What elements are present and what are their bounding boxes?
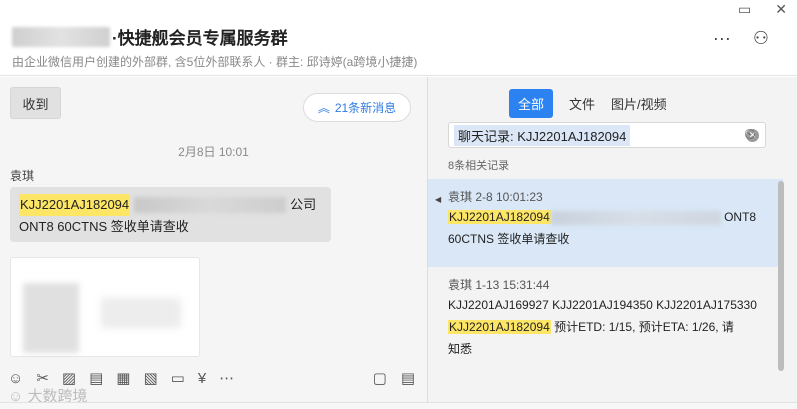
search-tabs: 全部 文件 图片/视频 <box>509 89 667 118</box>
folder-icon[interactable]: ▭ <box>171 371 185 386</box>
emoji-icon[interactable]: ☺ <box>8 371 23 386</box>
company-suffix: 公司 <box>290 197 317 212</box>
window-controls: ▭ ✕ <box>738 2 787 16</box>
money-icon[interactable]: ¥ <box>198 371 206 386</box>
result-text: KJJ2201AJ169927 KJJ2201AJ194350 KJJ2201A… <box>448 298 757 312</box>
tab-all[interactable]: 全部 <box>509 89 554 118</box>
search-pane: 全部 文件 图片/视频 聊天记录: KJJ2201AJ182094 ✕ ⏲ 8条… <box>428 77 797 409</box>
result-text: 60CTNS 签收单请查收 <box>448 232 570 246</box>
notes-icon[interactable]: ▤ <box>401 371 415 386</box>
highlighted-keyword: KJJ2201AJ182094 <box>448 320 551 334</box>
message-timestamp: 2月8日 10:01 <box>178 145 249 159</box>
redacted-group-prefix <box>12 26 110 47</box>
more-options-icon[interactable]: ⋯ <box>219 371 234 386</box>
received-button[interactable]: 收到 <box>10 87 61 119</box>
group-name: ·快捷舰会员专属服务群 <box>112 29 288 48</box>
image-icon[interactable]: ▨ <box>62 371 76 386</box>
more-icon[interactable]: ··· <box>713 28 731 49</box>
header-actions: ··· ⚇ <box>713 28 769 49</box>
result-text: 知悉 <box>448 342 473 356</box>
document-icon[interactable]: ▤ <box>89 371 103 386</box>
redacted-company-name <box>134 197 287 213</box>
result-meta: 袁琪 1-13 15:31:44 <box>448 278 550 292</box>
new-messages-label: 21条新消息 <box>334 101 397 115</box>
search-result[interactable]: 袁琪 2-8 10:01:23 KJJ2201AJ182094 ONT8 60C… <box>428 179 783 267</box>
grid-icon[interactable]: ▦ <box>116 371 130 386</box>
close-icon[interactable]: ✕ <box>775 2 787 16</box>
result-text: ONT8 <box>724 210 757 224</box>
results-count: 8条相关记录 <box>448 160 510 172</box>
result-meta: 袁琪 2-8 10:01:23 <box>448 190 543 204</box>
results-scrollbar[interactable] <box>778 181 784 371</box>
result-text: 预计ETD: 1/15, 预计ETA: 1/26, 请 <box>550 320 734 334</box>
message-sender: 袁琪 <box>10 169 35 183</box>
group-subtitle: 由企业微信用户创建的外部群, 含5位外部联系人 · 群主: 邱诗婷(a跨境小捷捷… <box>12 55 418 69</box>
highlighted-keyword: KJJ2201AJ182094 <box>19 194 131 216</box>
new-messages-button[interactable]: ︽ 21条新消息 <box>303 93 411 122</box>
restore-icon[interactable]: ▭ <box>738 2 751 16</box>
screen-icon[interactable]: ▢ <box>373 371 387 386</box>
selected-caret-icon: ◀ <box>435 195 442 204</box>
blurred-image-content <box>101 298 181 328</box>
scissors-icon[interactable]: ✂ <box>36 371 49 386</box>
tab-files[interactable]: 文件 <box>569 94 595 113</box>
message-bubble[interactable]: KJJ2201AJ182094 公司 ONT8 60CTNS 签收单请查收 <box>10 187 331 242</box>
group-title: ·快捷舰会员专属服务群 <box>12 24 288 49</box>
chat-pane: 收到 ︽ 21条新消息 2月8日 10:01 袁琪 KJJ2201AJ18209… <box>0 77 427 409</box>
chat-header: ▭ ✕ ·快捷舰会员专属服务群 由企业微信用户创建的外部群, 含5位外部联系人 … <box>0 0 797 76</box>
photo-icon[interactable]: ▧ <box>143 371 157 386</box>
message-line2: ONT8 60CTNS 签收单请查收 <box>19 219 189 234</box>
highlighted-keyword: KJJ2201AJ182094 <box>448 210 551 224</box>
search-input[interactable]: 聊天记录: KJJ2201AJ182094 ✕ <box>448 122 766 148</box>
history-icon[interactable]: ⏲ <box>744 126 756 143</box>
window-bottom-edge <box>0 402 797 409</box>
search-result[interactable]: 袁琪 1-13 15:31:44 KJJ2201AJ169927 KJJ2201… <box>428 267 783 365</box>
redacted-company-name <box>550 210 721 225</box>
double-up-icon: ︽ <box>317 101 330 115</box>
blurred-image-content <box>23 283 79 353</box>
search-query: 聊天记录: KJJ2201AJ182094 <box>454 124 631 146</box>
image-message[interactable] <box>10 257 200 357</box>
add-member-icon[interactable]: ⚇ <box>753 28 769 49</box>
tab-media[interactable]: 图片/视频 <box>611 94 667 113</box>
